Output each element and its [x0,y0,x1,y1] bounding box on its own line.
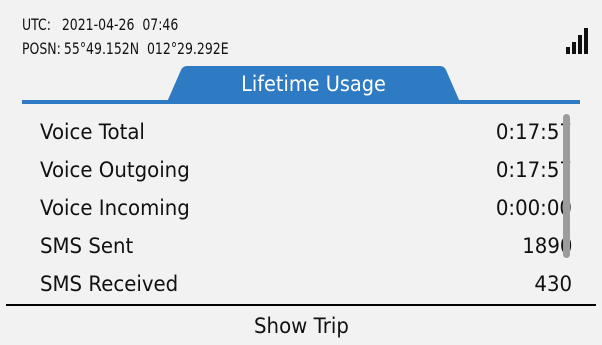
signal-bar-3 [578,35,582,54]
usage-label: Voice Incoming [40,196,190,220]
position-label: POSN: [22,39,61,58]
scrollbar-thumb[interactable] [563,114,570,258]
usage-label: SMS Received [40,272,179,296]
usage-value: 0:00:00 [495,196,572,220]
show-trip-label: Show Trip [253,313,349,338]
list-item-sms-sent[interactable]: SMS Sent 1890 [40,227,572,265]
usage-label: SMS Sent [40,234,134,258]
list-item-sms-received[interactable]: SMS Received 430 [40,265,572,303]
usage-list: Voice Total 0:17:57 Voice Outgoing 0:17:… [22,107,572,297]
tab-underline [22,100,580,104]
utc-value: 2021-04-26 07:46 [61,15,179,34]
show-trip-button[interactable]: Show Trip [6,306,596,345]
signal-strength-icon [566,24,596,54]
list-scrollbar[interactable] [563,114,570,294]
list-item-voice-incoming[interactable]: Voice Incoming 0:00:00 [40,189,572,227]
usage-value: 0:17:57 [495,120,572,144]
signal-bar-1 [566,47,570,54]
signal-bar-4 [584,28,588,54]
usage-value: 0:17:57 [495,158,572,182]
utc-label: UTC: [22,15,51,34]
list-item-voice-outgoing[interactable]: Voice Outgoing 0:17:57 [40,151,572,189]
tab-lifetime-usage[interactable]: Lifetime Usage [167,66,460,102]
signal-bar-2 [572,42,576,54]
usage-label: Voice Total [40,120,145,144]
position-row: POSN: 55°49.152N 012°29.292E [22,37,229,61]
position-value: 55°49.152N 012°29.292E [63,39,229,58]
list-item-voice-total[interactable]: Voice Total 0:17:57 [40,113,572,151]
lifetime-usage-screen: UTC: 2021-04-26 07:46 POSN: 55°49.152N 0… [0,0,602,345]
status-header: UTC: 2021-04-26 07:46 POSN: 55°49.152N 0… [22,13,229,61]
usage-label: Voice Outgoing [40,158,190,182]
utc-row: UTC: 2021-04-26 07:46 [22,13,229,37]
tab-title: Lifetime Usage [241,72,386,96]
